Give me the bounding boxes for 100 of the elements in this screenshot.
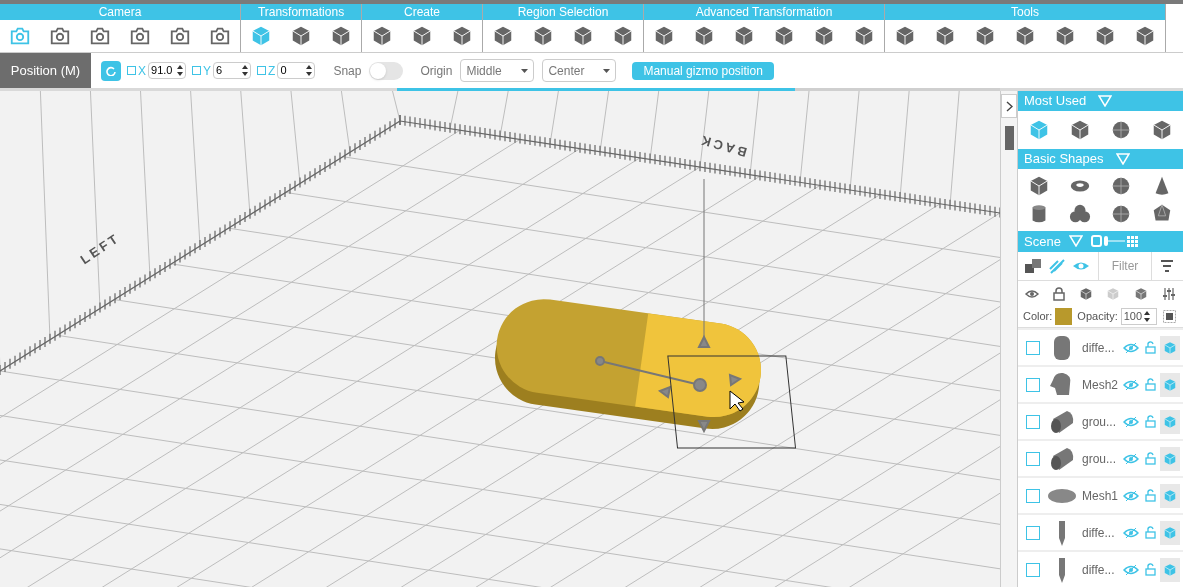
- cube-icon: [1163, 562, 1177, 577]
- render-toggle[interactable]: [1160, 409, 1180, 434]
- axis-checkbox[interactable]: [192, 66, 201, 75]
- item-name: Mesh1: [1082, 487, 1120, 505]
- render-toggle[interactable]: [1160, 520, 1180, 545]
- panel-title: Basic Shapes: [1024, 150, 1104, 169]
- axis-checkbox[interactable]: [127, 66, 136, 75]
- cube-icon[interactable]: [1151, 119, 1174, 142]
- collapse-panel-button[interactable]: [1001, 94, 1017, 118]
- cube-icon[interactable]: [532, 25, 554, 47]
- cube-icon: [1163, 414, 1177, 429]
- item-checkbox[interactable]: [1026, 488, 1040, 503]
- render-toggle[interactable]: [1160, 372, 1180, 397]
- origin-label: Origin: [420, 62, 453, 80]
- origin-dropdown[interactable]: Center: [542, 59, 617, 82]
- color-label: Color:: [1023, 309, 1053, 325]
- opacity-label: Opacity:: [1077, 309, 1118, 325]
- cube-icon: [1163, 451, 1177, 466]
- cube-icon[interactable]: [934, 25, 956, 47]
- item-checkbox[interactable]: [1026, 377, 1040, 392]
- mode-label: Position (M): [0, 53, 91, 88]
- spinner-icon[interactable]: [242, 65, 249, 76]
- snap-toggle[interactable]: [369, 61, 404, 80]
- cube-icon[interactable]: [1027, 175, 1050, 198]
- scrollbar-thumb[interactable]: [1004, 126, 1014, 150]
- lock-icon[interactable]: [1052, 286, 1065, 301]
- camera-icon[interactable]: [129, 25, 151, 47]
- toolbar-group-title: Tools: [885, 4, 1165, 20]
- scene-item[interactable]: Mesh1: [1018, 478, 1183, 513]
- view-size-slider-icon[interactable]: [1090, 235, 1139, 248]
- cube-icon[interactable]: [894, 25, 916, 47]
- cube-icon[interactable]: [411, 25, 433, 47]
- cube-icon[interactable]: [1134, 25, 1156, 47]
- toolbar-group-title: Camera: [0, 4, 240, 20]
- item-name: diffe...: [1082, 339, 1116, 357]
- sort-icon[interactable]: [1160, 259, 1174, 273]
- scene-item[interactable]: diffe...: [1018, 552, 1183, 587]
- cube-icon: [1163, 488, 1177, 503]
- cube-icon[interactable]: [290, 25, 312, 47]
- number-field[interactable]: 91.0: [148, 62, 186, 79]
- eye-icon[interactable]: [1024, 287, 1039, 300]
- spinner-icon[interactable]: [1144, 310, 1151, 322]
- scene-item[interactable]: grou...: [1018, 441, 1183, 476]
- number-field[interactable]: 0: [277, 62, 316, 79]
- item-checkbox[interactable]: [1026, 340, 1040, 355]
- axis-checkbox[interactable]: [257, 66, 267, 75]
- item-checkbox[interactable]: [1026, 562, 1040, 577]
- cube-icon[interactable]: [733, 25, 755, 47]
- cube-icon[interactable]: [1054, 25, 1076, 47]
- spinner-icon[interactable]: [177, 65, 183, 76]
- cube-icon[interactable]: [773, 25, 795, 47]
- cube-icon[interactable]: [492, 25, 514, 47]
- camera-icon[interactable]: [89, 25, 111, 47]
- cube-icon[interactable]: [853, 25, 875, 47]
- cube-icon[interactable]: [572, 25, 594, 47]
- camera-icon[interactable]: [209, 25, 231, 47]
- cube-icon[interactable]: [612, 25, 634, 47]
- cube-icon[interactable]: [693, 25, 715, 47]
- mouse-cursor-icon: [729, 390, 745, 412]
- scene-item[interactable]: grou...: [1018, 404, 1183, 439]
- render-toggle[interactable]: [1160, 483, 1180, 508]
- cube-icon[interactable]: [451, 25, 473, 47]
- objects-icon[interactable]: [1024, 257, 1042, 275]
- cube-icon[interactable]: [1094, 25, 1116, 47]
- toolbar-group-title: Create: [362, 4, 482, 20]
- item-checkbox[interactable]: [1026, 451, 1040, 466]
- cube-icon[interactable]: [653, 25, 675, 47]
- cube-icon[interactable]: [1134, 286, 1149, 301]
- render-toggle[interactable]: [1160, 446, 1180, 471]
- origin-dropdown[interactable]: Middle: [460, 59, 535, 82]
- color-swatch[interactable]: [1055, 307, 1073, 325]
- cube-icon[interactable]: [330, 25, 352, 47]
- render-toggle[interactable]: [1160, 557, 1180, 582]
- number-field[interactable]: 6: [213, 62, 252, 79]
- sliders-icon[interactable]: [1162, 286, 1177, 301]
- cube-icon[interactable]: [1078, 286, 1093, 301]
- item-name: grou...: [1082, 450, 1118, 468]
- camera-icon[interactable]: [49, 25, 71, 47]
- opacity-field[interactable]: 100: [1120, 307, 1157, 325]
- panel-title: Most Used: [1024, 92, 1087, 111]
- axis-label: Y: [203, 62, 212, 80]
- cube-icon[interactable]: [1068, 119, 1091, 142]
- pin-thumbnail: [1058, 519, 1066, 546]
- item-checkbox[interactable]: [1026, 525, 1040, 540]
- cube-icon[interactable]: [813, 25, 835, 47]
- camera-icon[interactable]: [169, 25, 191, 47]
- cube-icon: [1163, 340, 1177, 355]
- scene-item[interactable]: diffe...: [1018, 515, 1183, 550]
- cube-icon[interactable]: [1014, 25, 1036, 47]
- spinner-icon[interactable]: [306, 65, 313, 76]
- item-checkbox[interactable]: [1026, 414, 1040, 429]
- axis-label: Z: [268, 62, 276, 80]
- stop-icon[interactable]: [1162, 309, 1176, 323]
- cube-icon[interactable]: [371, 25, 393, 47]
- axis-label: X: [138, 62, 146, 80]
- cube-icon[interactable]: [974, 25, 996, 47]
- scene-item[interactable]: diffe...: [1018, 330, 1183, 365]
- scene-item[interactable]: Mesh2: [1018, 367, 1183, 402]
- render-toggle[interactable]: [1160, 335, 1180, 360]
- refresh-icon: [106, 65, 116, 76]
